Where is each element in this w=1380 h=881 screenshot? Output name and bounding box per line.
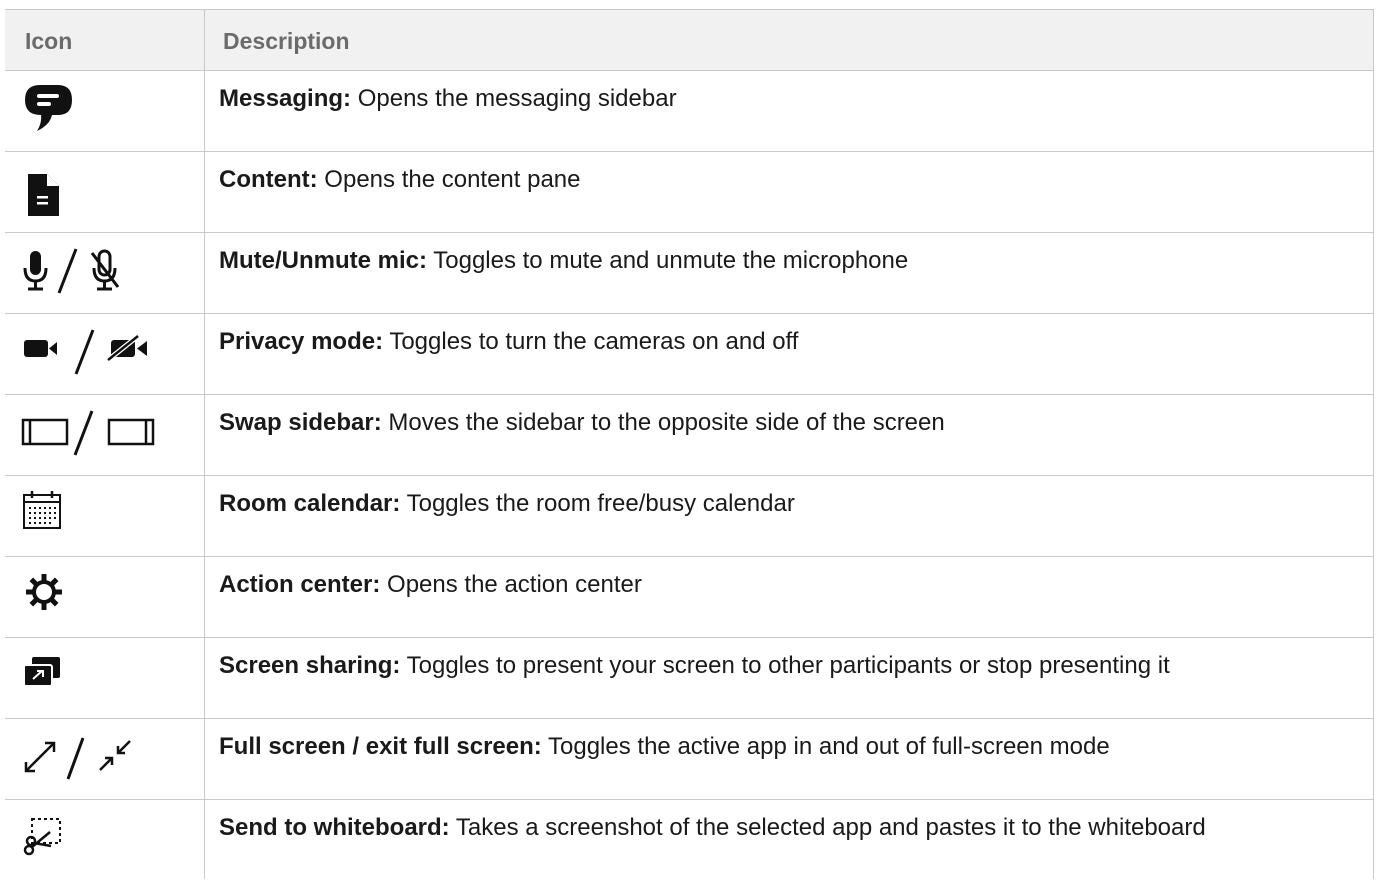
gear-icon [5, 557, 204, 637]
table-right-border [1373, 9, 1374, 879]
row-description: Content: Opens the content pane [219, 166, 581, 194]
row-description: Room calendar: Toggles the room free/bus… [219, 490, 795, 518]
send-to-whiteboard-icon [5, 800, 204, 880]
row-text: Toggles to mute and unmute the microphon… [427, 247, 909, 274]
table-row: Room calendar: Toggles the room free/bus… [5, 476, 1374, 557]
row-text: Opens the messaging sidebar [351, 85, 677, 112]
swap-sidebar-icon [5, 395, 204, 475]
row-title: Privacy mode: [219, 328, 384, 355]
fullscreen-icon [5, 719, 204, 799]
row-description: Swap sidebar: Moves the sidebar to the o… [219, 409, 945, 437]
row-text: Opens the action center [380, 571, 642, 598]
row-title: Content: [219, 166, 318, 193]
row-description: Privacy mode: Toggles to turn the camera… [219, 328, 798, 356]
row-title: Messaging: [219, 85, 352, 112]
table-row: Mute/Unmute mic: Toggles to mute and unm… [5, 233, 1374, 314]
row-title: Screen sharing: [219, 652, 401, 679]
row-text: Toggles to turn the cameras on and off [383, 328, 799, 355]
table-row: Messaging: Opens the messaging sidebar [5, 71, 1374, 152]
table-row: Send to whiteboard: Takes a screenshot o… [5, 800, 1374, 881]
row-title: Send to whiteboard: [219, 814, 450, 841]
table-row: Screen sharing: Toggles to present your … [5, 638, 1374, 719]
row-text: Opens the content pane [317, 166, 581, 193]
table-row: Full screen / exit full screen: Toggles … [5, 719, 1374, 800]
icon-column-header: Icon [25, 28, 73, 54]
table-row: Action center: Opens the action center [5, 557, 1374, 638]
table-row: Privacy mode: Toggles to turn the camera… [5, 314, 1374, 395]
row-description: Full screen / exit full screen: Toggles … [219, 733, 1110, 761]
row-description: Mute/Unmute mic: Toggles to mute and unm… [219, 247, 908, 275]
messaging-icon [5, 71, 204, 151]
row-title: Swap sidebar: [219, 409, 382, 436]
table-header: Icon Description [5, 9, 1374, 71]
camera-privacy-icon [5, 314, 204, 394]
row-text: Takes a screenshot of the selected app a… [449, 814, 1206, 841]
row-title: Action center: [219, 571, 381, 598]
row-title: Full screen / exit full screen: [219, 733, 542, 760]
screen-share-icon [5, 638, 204, 718]
table-row: Swap sidebar: Moves the sidebar to the o… [5, 395, 1374, 476]
row-description: Send to whiteboard: Takes a screenshot o… [219, 814, 1206, 842]
row-text: Toggles to present your screen to other … [400, 652, 1170, 679]
column-divider [204, 9, 205, 879]
row-description: Messaging: Opens the messaging sidebar [219, 85, 677, 113]
row-title: Room calendar: [219, 490, 401, 517]
row-title: Mute/Unmute mic: [219, 247, 428, 274]
row-text: Toggles the active app in and out of ful… [541, 733, 1110, 760]
content-icon [5, 152, 204, 232]
row-description: Screen sharing: Toggles to present your … [219, 652, 1170, 680]
table-row: Content: Opens the content pane [5, 152, 1374, 233]
row-text: Moves the sidebar to the opposite side o… [381, 409, 945, 436]
mic-mute-unmute-icon [5, 233, 204, 313]
row-description: Action center: Opens the action center [219, 571, 642, 599]
row-text: Toggles the room free/busy calendar [400, 490, 795, 517]
description-column-header: Description [223, 28, 350, 54]
calendar-icon [5, 476, 204, 556]
icon-description-table: Icon Description Messaging: Opens the me… [5, 9, 1374, 879]
